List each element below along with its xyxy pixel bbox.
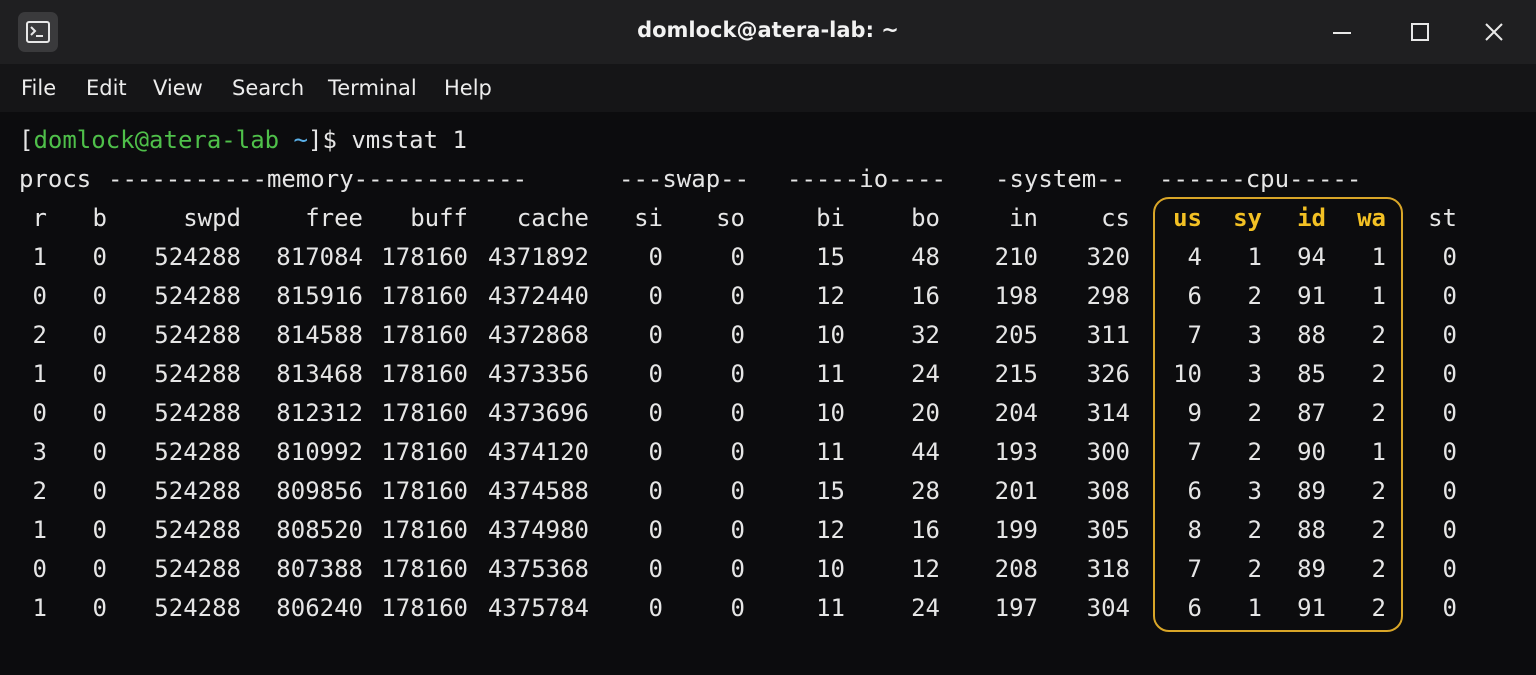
- header-system: -system--: [995, 165, 1126, 193]
- cell-b: 0: [92, 321, 107, 349]
- menu-search[interactable]: Search: [232, 76, 304, 100]
- column-header-swpd: swpd: [183, 204, 241, 232]
- cell-st: 0: [1442, 555, 1457, 583]
- cell-buff: 178160: [381, 243, 468, 271]
- menu-help[interactable]: Help: [444, 76, 492, 100]
- menu-edit[interactable]: Edit: [86, 76, 127, 100]
- cell-b: 0: [92, 282, 107, 310]
- cell-swpd: 524288: [154, 555, 241, 583]
- cell-buff: 178160: [381, 360, 468, 388]
- maximize-icon: [1411, 23, 1429, 41]
- cell-b: 0: [92, 243, 107, 271]
- cell-st: 0: [1442, 399, 1457, 427]
- cell-swpd: 524288: [154, 516, 241, 544]
- menu-terminal[interactable]: Terminal: [328, 76, 417, 100]
- cell-b: 0: [92, 477, 107, 505]
- minimize-icon: [1333, 32, 1351, 34]
- cell-swpd: 524288: [154, 477, 241, 505]
- cell-swpd: 524288: [154, 243, 241, 271]
- prompt-user-host: domlock@atera-lab: [33, 126, 280, 154]
- cell-buff: 178160: [381, 282, 468, 310]
- column-header-buff: buff: [410, 204, 468, 232]
- prompt-bracket-open: [: [19, 126, 34, 154]
- menu-bar: [0, 64, 1536, 112]
- prompt-bracket-close: ]$: [308, 126, 337, 154]
- cell-swpd: 524288: [154, 594, 241, 622]
- cell-st: 0: [1442, 438, 1457, 466]
- cell-buff: 178160: [381, 555, 468, 583]
- cell-swpd: 524288: [154, 360, 241, 388]
- header-memory: -----------memory------------: [108, 165, 528, 193]
- close-icon: [1485, 23, 1503, 41]
- minimize-button[interactable]: [1324, 14, 1360, 50]
- cell-b: 0: [92, 594, 107, 622]
- cell-buff: 178160: [381, 321, 468, 349]
- cell-b: 0: [92, 399, 107, 427]
- cell-b: 0: [92, 438, 107, 466]
- cell-st: 0: [1442, 516, 1457, 544]
- cell-swpd: 524288: [154, 321, 241, 349]
- cell-swpd: 524288: [154, 282, 241, 310]
- menu-file[interactable]: File: [21, 76, 56, 100]
- cell-buff: 178160: [381, 477, 468, 505]
- cell-buff: 178160: [381, 399, 468, 427]
- cell-st: 0: [1442, 594, 1457, 622]
- cell-st: 0: [1442, 243, 1457, 271]
- cell-b: 0: [92, 555, 107, 583]
- cell-st: 0: [1442, 360, 1457, 388]
- cell-st: 0: [1442, 477, 1457, 505]
- cell-b: 0: [92, 516, 107, 544]
- close-button[interactable]: [1476, 14, 1512, 50]
- shell-prompt: [domlock@atera-lab ~]$ vmstat 1: [19, 121, 467, 160]
- cell-buff: 178160: [381, 594, 468, 622]
- maximize-button[interactable]: [1402, 14, 1438, 50]
- cell-st: 0: [1442, 282, 1457, 310]
- header-io: -----io----: [787, 165, 946, 193]
- menu-view[interactable]: View: [153, 76, 203, 100]
- column-header-st: st: [1428, 204, 1457, 232]
- cell-swpd: 524288: [154, 438, 241, 466]
- prompt-cwd: ~: [293, 126, 308, 154]
- command-text: vmstat 1: [351, 126, 467, 154]
- header-procs: procs: [19, 165, 92, 193]
- cell-st: 0: [1442, 321, 1457, 349]
- header-swap: ---swap--: [619, 165, 750, 193]
- column-header-b: b: [92, 204, 107, 232]
- window-title: domlock@atera-lab: ~: [637, 18, 899, 42]
- cell-buff: 178160: [381, 438, 468, 466]
- header-cpu: ------cpu-----: [1159, 165, 1362, 193]
- cell-swpd: 524288: [154, 399, 241, 427]
- cell-b: 0: [92, 360, 107, 388]
- cell-buff: 178160: [381, 516, 468, 544]
